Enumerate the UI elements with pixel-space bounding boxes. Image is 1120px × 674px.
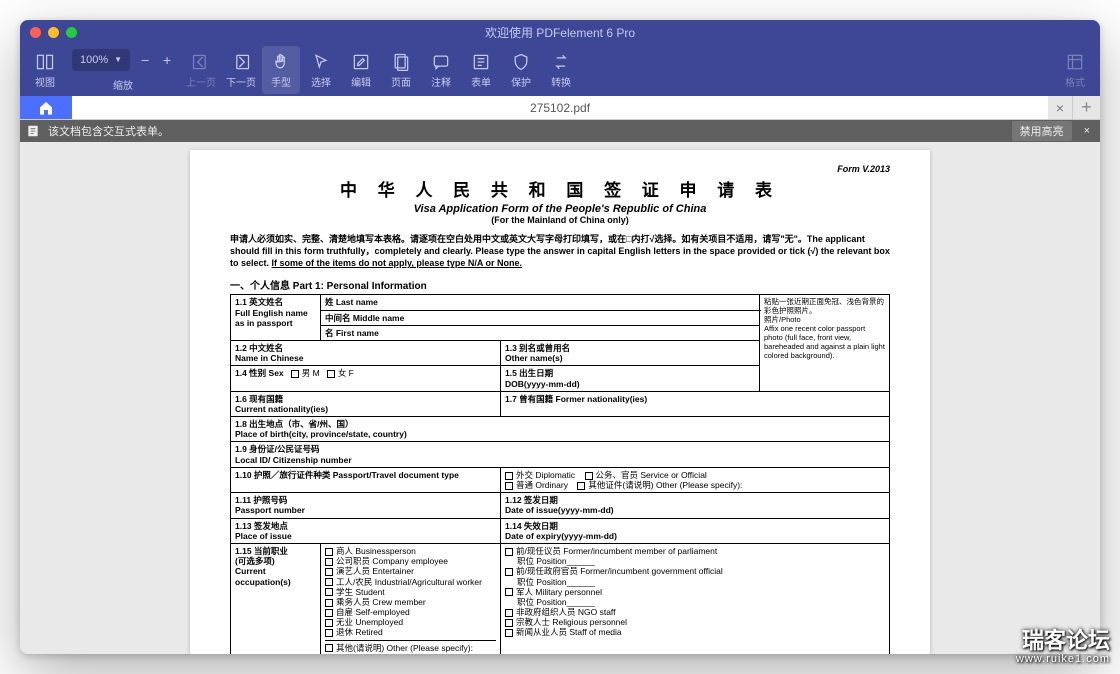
watermark: 瑞客论坛 www.ruike1.com <box>1016 629 1110 665</box>
zoom-in[interactable]: + <box>156 52 178 68</box>
close-tab[interactable]: × <box>1048 96 1072 119</box>
maximize-window[interactable] <box>66 27 77 38</box>
zoom-out[interactable]: − <box>134 52 156 68</box>
minimize-window[interactable] <box>48 27 59 38</box>
toolbar: 视图 100%▼ − + 缩放 上一页 下一页 手型 选择 <box>20 44 1100 96</box>
zoom-select[interactable]: 100%▼ <box>72 49 130 71</box>
form-table: 1.1 英文姓名 Full English name as in passpor… <box>230 294 890 654</box>
new-tab[interactable]: + <box>1072 96 1100 119</box>
info-bar: 该文档包含交互式表单。 禁用高亮 × <box>20 120 1100 142</box>
form-title-en: Visa Application Form of the People's Re… <box>230 203 890 215</box>
home-tab[interactable] <box>20 96 72 119</box>
edit-button[interactable]: 编辑 <box>342 46 380 94</box>
window-title: 欢迎使用 PDFelement 6 Pro <box>485 24 635 41</box>
document-viewport[interactable]: Form V.2013 中 华 人 民 共 和 国 签 证 申 请 表 Visa… <box>20 142 1100 654</box>
form-button[interactable]: 表单 <box>462 46 500 94</box>
home-icon <box>38 100 54 116</box>
annotate-button[interactable]: 注释 <box>422 46 460 94</box>
close-infobar[interactable]: × <box>1080 125 1094 137</box>
prev-page-button[interactable]: 上一页 <box>182 46 220 94</box>
titlebar: 欢迎使用 PDFelement 6 Pro <box>20 20 1100 44</box>
protect-button[interactable]: 保护 <box>502 46 540 94</box>
page-button[interactable]: 页面 <box>382 46 420 94</box>
disable-highlight-button[interactable]: 禁用高亮 <box>1012 121 1072 141</box>
file-tab[interactable]: 275102.pdf <box>72 96 1048 119</box>
view-button[interactable]: 视图 <box>26 46 64 94</box>
close-window[interactable] <box>30 27 41 38</box>
form-title-cn: 中 华 人 民 共 和 国 签 证 申 请 表 <box>230 176 890 201</box>
format-button[interactable]: 格式 <box>1056 46 1094 94</box>
info-message: 该文档包含交互式表单。 <box>48 123 169 139</box>
hand-tool-button[interactable]: 手型 <box>262 46 300 94</box>
tab-bar: 275102.pdf × + <box>20 96 1100 120</box>
convert-button[interactable]: 转换 <box>542 46 580 94</box>
pdf-page: Form V.2013 中 华 人 民 共 和 国 签 证 申 请 表 Visa… <box>190 150 930 654</box>
form-icon <box>26 124 40 138</box>
next-page-button[interactable]: 下一页 <box>222 46 260 94</box>
instructions: 申请人必须如实、完整、清楚地填写本表格。请逐项在空白处用中文或英文大写字母打印填… <box>230 233 890 269</box>
select-tool-button[interactable]: 选择 <box>302 46 340 94</box>
